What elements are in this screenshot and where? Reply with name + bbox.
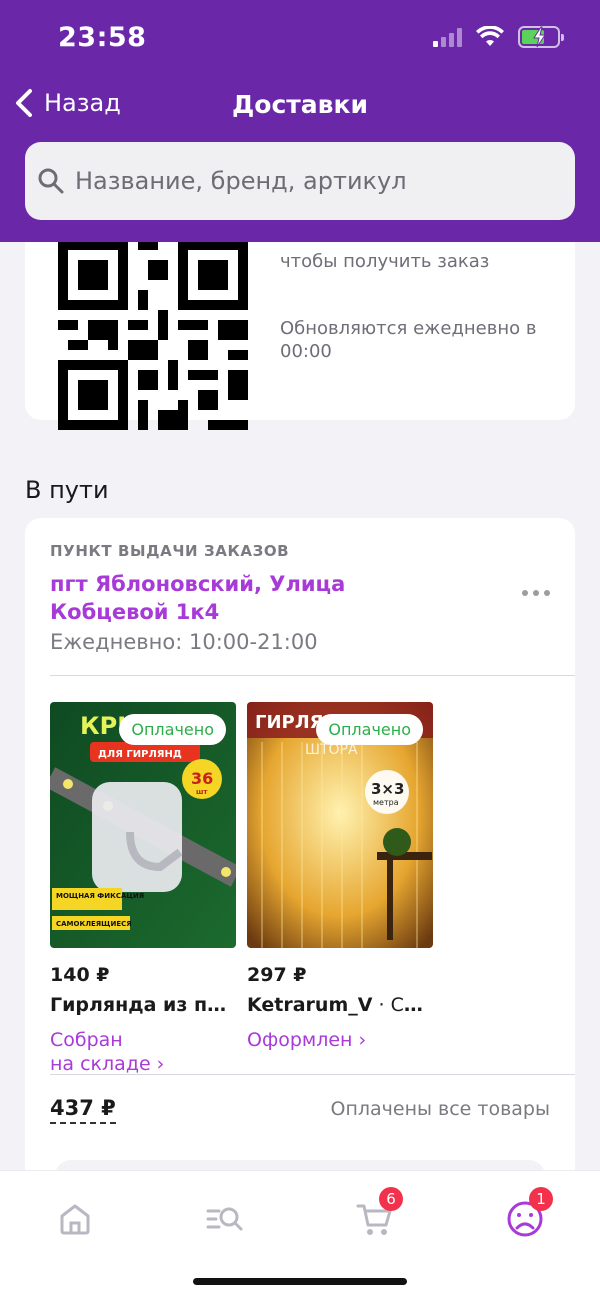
image-size: 3×3	[371, 780, 404, 798]
qr-code[interactable]	[58, 240, 248, 430]
paid-badge: Оплачено	[316, 714, 423, 745]
product-card[interactable]: ГИРЛЯНДА ШТОРА 3×3 метра Оплачено 297 ₽ …	[247, 702, 433, 1052]
product-price: 140 ₽	[50, 964, 110, 986]
status-line: Оформлен ›	[247, 1029, 367, 1051]
product-price: 297 ₽	[247, 964, 307, 986]
tab-cart[interactable]: 6	[345, 1187, 405, 1249]
qr-instruction-text: чтобы получить заказ	[280, 251, 490, 272]
image-subtitle: ДЛЯ ГИРЛЯНД	[98, 749, 182, 760]
tab-catalog[interactable]	[195, 1189, 255, 1249]
cellular-signal-icon	[433, 27, 462, 47]
image-feature-text: МОЩНАЯ ФИКСАЦИЯ	[56, 892, 144, 900]
section-title-in-transit: В пути	[25, 476, 109, 504]
payment-status: Оплачены все товары	[330, 1098, 550, 1120]
divider	[50, 1074, 575, 1075]
delivery-card[interactable]: ПУНКТ ВЫДАЧИ ЗАКАЗОВ пгт Яблоновский, Ул…	[25, 518, 575, 1198]
page-title: Доставки	[232, 90, 368, 119]
product-brand: Ketrarum_V	[247, 994, 373, 1016]
product-status[interactable]: Собран на складе ›	[50, 1028, 236, 1076]
search-input[interactable]: Название, бренд, артикул	[25, 142, 575, 220]
cart-count-badge: 6	[379, 1187, 403, 1211]
qr-update-text: Обновляются ежедневно в 00:00	[280, 318, 537, 362]
qr-instructions: чтобы получить заказ Обновляются ежеднев…	[280, 250, 560, 363]
status-time: 23:58	[58, 22, 147, 53]
product-image[interactable]: ГИРЛЯНДА ШТОРА 3×3 метра Оплачено	[247, 702, 433, 948]
pickup-label: ПУНКТ ВЫДАЧИ ЗАКАЗОВ	[50, 542, 290, 560]
divider	[50, 675, 575, 676]
product-name: Гирлянда из пр...	[50, 994, 236, 1016]
order-total[interactable]: 437 ₽	[50, 1096, 116, 1124]
pickup-hours: Ежедневно: 10:00-21:00	[50, 630, 318, 654]
wifi-icon	[476, 26, 504, 46]
product-name: Ketrarum_V · Св...	[247, 994, 433, 1016]
more-options-icon[interactable]	[522, 590, 550, 596]
product-name-suffix: · Св...	[372, 994, 433, 1016]
status-line: Собран	[50, 1029, 123, 1051]
home-indicator	[193, 1278, 407, 1285]
product-card[interactable]: КРЮЧКИ ДЛЯ ГИРЛЯНД 36 шт МОЩНАЯ ФИКСАЦИЯ…	[50, 702, 236, 1076]
product-image[interactable]: КРЮЧКИ ДЛЯ ГИРЛЯНД 36 шт МОЩНАЯ ФИКСАЦИЯ…	[50, 702, 236, 948]
status-line: на складе ›	[50, 1053, 165, 1075]
product-status[interactable]: Оформлен ›	[247, 1028, 433, 1052]
home-icon	[60, 1204, 90, 1235]
image-feature-text: САМОКЛЕЯЩИЕСЯ	[56, 920, 132, 928]
catalog-search-icon	[206, 1207, 243, 1231]
profile-notification-badge: 1	[529, 1187, 553, 1211]
image-count-unit: шт	[196, 788, 208, 796]
search-icon	[38, 168, 64, 194]
app-header: 23:58 Назад Доставки Название, бренд, ар…	[0, 0, 600, 242]
tab-bar: 6 1	[0, 1170, 600, 1297]
image-size-unit: метра	[373, 798, 399, 807]
paid-badge: Оплачено	[119, 714, 226, 745]
tab-home[interactable]	[45, 1189, 105, 1249]
status-icons	[433, 26, 564, 48]
battery-icon	[518, 26, 564, 48]
image-count: 36	[191, 769, 213, 788]
pickup-address[interactable]: пгт Яблоновский, Улица Кобцевой 1к4	[50, 570, 410, 626]
search-placeholder: Название, бренд, артикул	[75, 167, 407, 195]
tab-profile[interactable]: 1	[495, 1187, 555, 1249]
